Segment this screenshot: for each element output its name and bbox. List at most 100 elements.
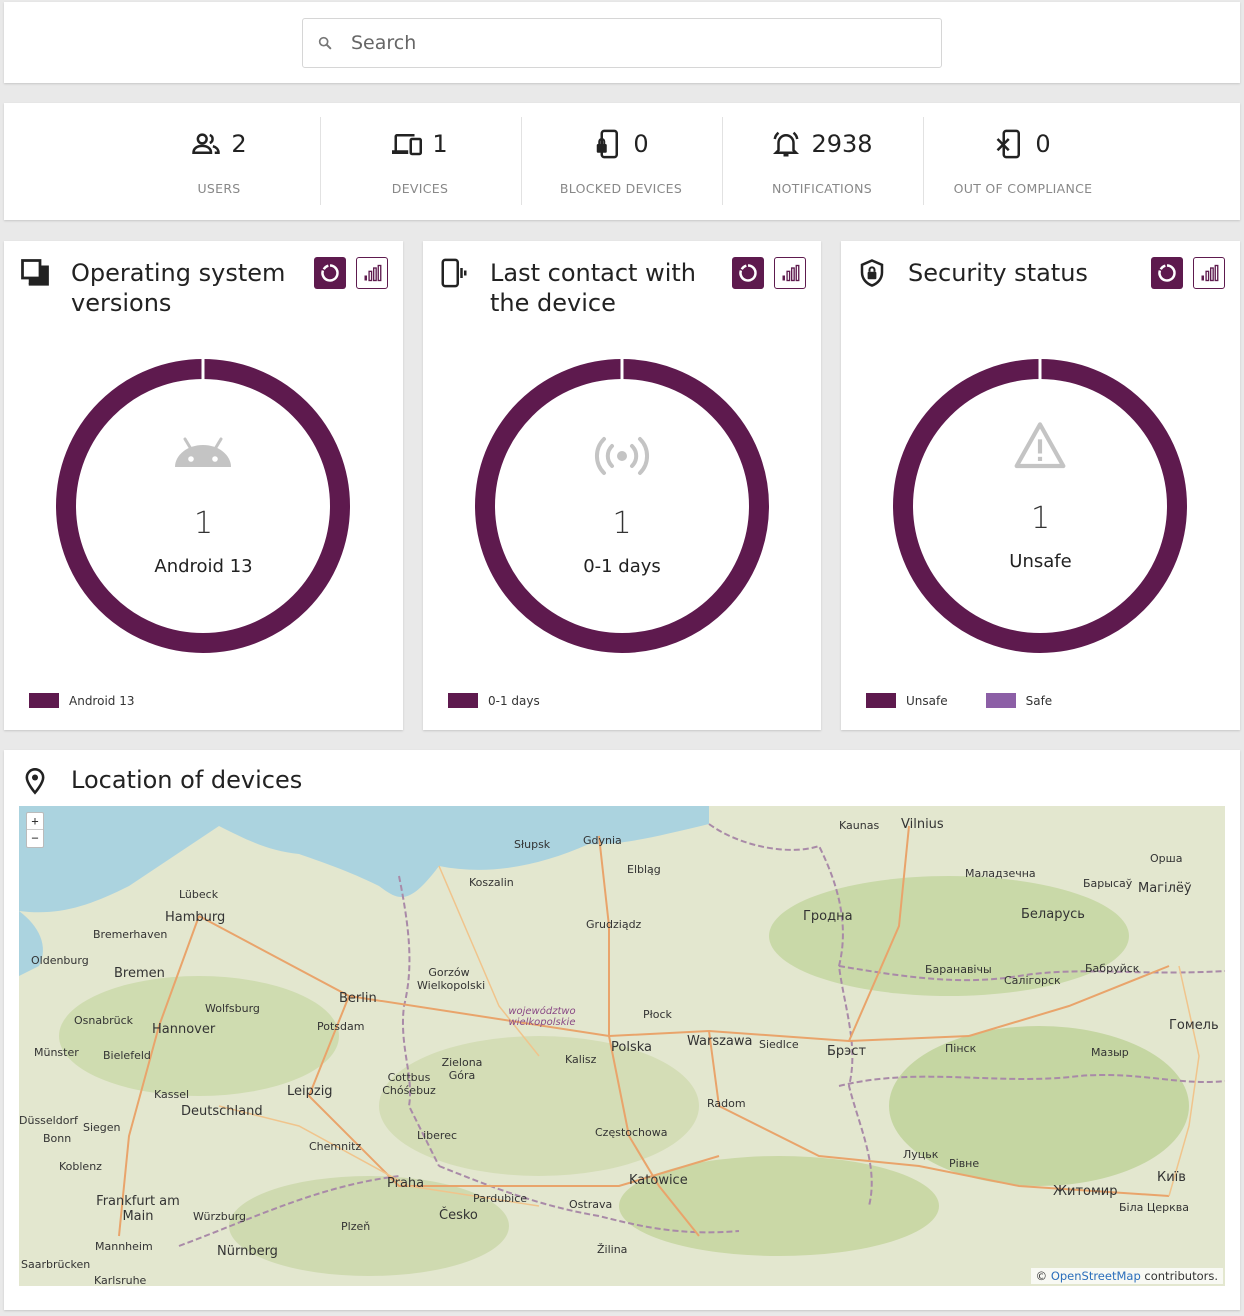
map-label: Koszalin bbox=[469, 876, 514, 889]
map-label: Deutschland bbox=[181, 1104, 263, 1119]
openstreetmap-link[interactable]: OpenStreetMap bbox=[1051, 1269, 1141, 1283]
device-location-card: Location of devices + − Hamburg Lübeck O… bbox=[4, 750, 1240, 1310]
stat-blocked-label: BLOCKED DEVICES bbox=[559, 181, 683, 196]
map-label: Салігорск bbox=[1004, 974, 1061, 987]
security-status-panel: Security status 1 Unsafe Unsafe Safe bbox=[841, 241, 1240, 730]
center-value: 1 bbox=[612, 506, 632, 541]
map-label: Słupsk bbox=[514, 838, 551, 851]
layers-icon bbox=[21, 259, 49, 286]
blocked-device-icon bbox=[597, 129, 619, 159]
legend-item[interactable]: Unsafe bbox=[866, 693, 948, 708]
search-icon bbox=[318, 36, 332, 50]
map-label: Беларусь bbox=[1021, 907, 1085, 922]
map-label: Oldenburg bbox=[31, 954, 89, 967]
device-location-map[interactable]: + − Hamburg Lübeck Oldenburg Bremerhaven… bbox=[19, 806, 1225, 1286]
map-label: Hannover bbox=[152, 1022, 216, 1037]
search-input[interactable] bbox=[351, 32, 941, 54]
map-label: Grudziądz bbox=[586, 918, 642, 931]
map-label: Bremerhaven bbox=[93, 928, 168, 941]
donut-chart-toggle-button[interactable] bbox=[314, 257, 346, 289]
map-label: Ostrava bbox=[569, 1198, 613, 1211]
map-label: Leipzig bbox=[287, 1084, 333, 1099]
legend-item[interactable]: Android 13 bbox=[29, 693, 134, 708]
map-label: Potsdam bbox=[317, 1020, 365, 1033]
map-label: Kassel bbox=[154, 1088, 190, 1101]
legend-swatch bbox=[985, 693, 1016, 708]
map-label: Liberec bbox=[417, 1129, 458, 1142]
stat-out-of-compliance[interactable]: 0 OUT OF COMPLIANCE bbox=[923, 119, 1123, 207]
center-value: 1 bbox=[1030, 501, 1051, 536]
legend-label: 0-1 days bbox=[488, 693, 540, 708]
last-contact-panel: Last contact with the device 1 0-1 days … bbox=[423, 241, 821, 730]
bar-chart-icon bbox=[364, 264, 382, 282]
bar-chart-toggle-button[interactable] bbox=[1193, 257, 1225, 289]
map-label: Гродна bbox=[803, 909, 853, 924]
map-label: Osnabrück bbox=[74, 1014, 133, 1027]
map-label: Mannheim bbox=[95, 1240, 153, 1253]
bar-chart-icon bbox=[1201, 264, 1219, 282]
map-label: Siedlce bbox=[759, 1038, 799, 1051]
stat-notifications-label: NOTIFICATIONS bbox=[771, 181, 873, 196]
panel-title: Security status bbox=[908, 259, 1088, 287]
donut-chart-toggle-button[interactable] bbox=[1151, 257, 1183, 289]
stat-notifications[interactable]: 2938 NOTIFICATIONS bbox=[722, 119, 922, 207]
shield-lock-icon bbox=[860, 259, 884, 287]
stat-devices[interactable]: 1 DEVICES bbox=[320, 119, 520, 207]
map-label: Луцьк bbox=[903, 1148, 939, 1161]
center-label: Android 13 bbox=[154, 556, 253, 577]
map-label: Düsseldorf bbox=[19, 1114, 78, 1127]
zoom-out-button[interactable]: − bbox=[27, 830, 43, 847]
devices-icon bbox=[392, 134, 423, 156]
map-label: Житомир bbox=[1053, 1184, 1118, 1199]
donut-chart-toggle-button[interactable] bbox=[732, 257, 764, 289]
map-label: Frankfurt am Main bbox=[96, 1194, 180, 1224]
phone-vibrate-icon bbox=[441, 258, 467, 288]
legend-swatch bbox=[29, 693, 59, 708]
map-label: Pardubice bbox=[473, 1192, 528, 1205]
panel-title: Operating system versions bbox=[71, 259, 286, 317]
map-label: Bremen bbox=[114, 966, 165, 981]
stat-devices-value: 1 bbox=[432, 130, 448, 158]
search-box[interactable] bbox=[302, 18, 942, 68]
map-label: Siegen bbox=[83, 1121, 121, 1134]
map-label: Berlin bbox=[339, 991, 377, 1006]
map-label: Plzeň bbox=[341, 1220, 371, 1233]
donut-chart-icon bbox=[321, 264, 339, 282]
map-label: Біла Церква bbox=[1119, 1201, 1190, 1214]
map-label: Elbląg bbox=[627, 863, 661, 876]
map-label: Münster bbox=[34, 1046, 79, 1059]
attribution-prefix: © bbox=[1035, 1269, 1048, 1283]
map-title: Location of devices bbox=[71, 766, 303, 794]
map-label: Барысаў bbox=[1083, 877, 1133, 890]
out-of-compliance-icon bbox=[996, 129, 1021, 159]
os-versions-panel: Operating system versions 1 Android 13 A… bbox=[4, 241, 403, 730]
map-label: Chemnitz bbox=[309, 1140, 362, 1153]
stat-devices-label: DEVICES bbox=[391, 181, 449, 196]
signal-broadcast-icon bbox=[594, 437, 650, 475]
legend-item[interactable]: Safe bbox=[985, 693, 1052, 708]
zoom-in-button[interactable]: + bbox=[27, 813, 43, 830]
map-label: Орша bbox=[1150, 852, 1183, 865]
map-label: Radom bbox=[707, 1097, 746, 1110]
attribution-suffix: contributors. bbox=[1144, 1269, 1218, 1283]
map-label: Praha bbox=[387, 1176, 425, 1191]
stat-users[interactable]: 2 USERS bbox=[119, 119, 319, 207]
map-label: Bonn bbox=[43, 1132, 72, 1145]
stat-blocked-devices[interactable]: 0 BLOCKED DEVICES bbox=[521, 119, 721, 207]
bar-chart-toggle-button[interactable] bbox=[774, 257, 806, 289]
map-label: Пінск bbox=[945, 1042, 977, 1055]
map-label: Kaunas bbox=[839, 819, 880, 832]
map-label: Bielefeld bbox=[103, 1049, 151, 1062]
bar-chart-icon bbox=[782, 264, 800, 282]
legend-item[interactable]: 0-1 days bbox=[448, 693, 540, 708]
bar-chart-toggle-button[interactable] bbox=[356, 257, 388, 289]
map-label: Würzburg bbox=[193, 1210, 247, 1223]
chart-legend: Android 13 bbox=[29, 693, 172, 708]
legend-swatch bbox=[448, 693, 478, 708]
map-label: Česko bbox=[439, 1208, 478, 1223]
center-label: Unsafe bbox=[1009, 551, 1072, 572]
map-zoom-control: + − bbox=[26, 812, 44, 848]
stat-users-label: USERS bbox=[197, 181, 241, 196]
stat-notifications-value: 2938 bbox=[811, 130, 873, 158]
stat-blocked-value: 0 bbox=[633, 130, 649, 158]
